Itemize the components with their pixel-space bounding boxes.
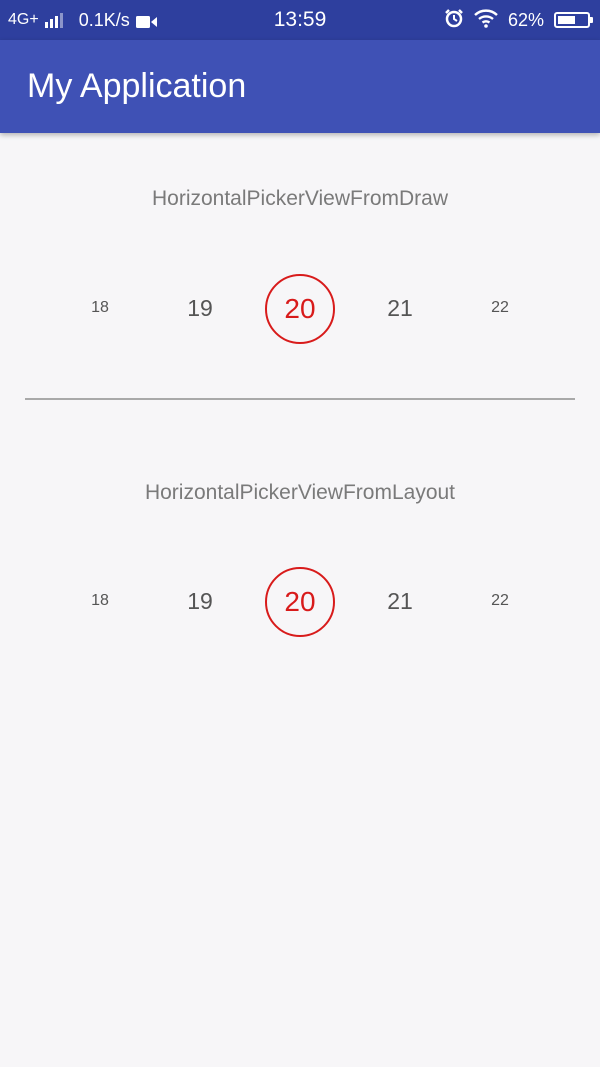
status-bar: 4G+ 0.1K/s 13:59 62% xyxy=(0,0,600,40)
picker-item[interactable]: 21 xyxy=(365,566,435,636)
battery-percent: 62% xyxy=(507,9,544,30)
horizontal-picker-layout[interactable]: 18 19 20 21 22 xyxy=(0,566,600,637)
divider xyxy=(25,398,575,400)
wifi-icon xyxy=(474,8,498,33)
picker-layout-title: HorizontalPickerViewFromLayout xyxy=(144,481,456,504)
status-bar-right: 62% xyxy=(444,0,593,40)
battery-tip xyxy=(590,17,593,23)
battery-fill xyxy=(558,16,575,24)
picker-item[interactable]: 19 xyxy=(165,566,235,636)
battery-icon xyxy=(554,12,593,28)
picker-item[interactable]: 22 xyxy=(465,273,535,343)
alarm-icon xyxy=(444,8,464,33)
picker-item[interactable]: 21 xyxy=(365,273,435,343)
picker-item[interactable]: 18 xyxy=(65,273,135,343)
picker-draw-title: HorizontalPickerViewFromDraw xyxy=(151,187,449,210)
app-bar: My Application xyxy=(0,40,600,133)
picker-item[interactable]: 22 xyxy=(465,566,535,636)
picker-item-selected[interactable]: 20 xyxy=(265,274,335,344)
picker-item[interactable]: 19 xyxy=(165,273,235,343)
picker-item-selected[interactable]: 20 xyxy=(265,567,335,637)
picker-item[interactable]: 18 xyxy=(65,566,135,636)
horizontal-picker-draw[interactable]: 18 19 20 21 22 xyxy=(0,273,600,344)
app-title: My Application xyxy=(27,67,247,105)
